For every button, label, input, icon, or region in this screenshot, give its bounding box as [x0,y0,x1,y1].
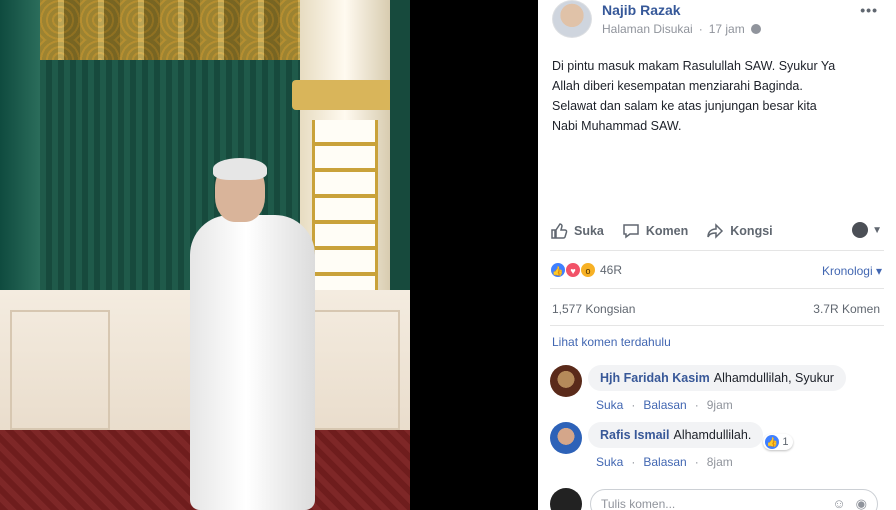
divider [550,288,884,289]
comment-input-placeholder: Tulis komen... [601,497,676,510]
photo-left-pillar [0,0,40,320]
post-actions: Suka Komen Kongsi [550,218,884,244]
comment-input[interactable]: Tulis komen... ☺ ◉ [590,489,878,510]
composer-icons: ☺ ◉ [832,496,867,510]
photo-right-screen [390,0,410,300]
comment-composer: Tulis komen... ☺ ◉ [550,488,878,510]
commenter-avatar[interactable] [550,422,582,454]
comment-bubble: Hjh Faridah Kasim Alhamdullilah, Syukur [588,365,846,391]
post-photo[interactable] [0,0,410,510]
post-meta: Halaman Disukai · 17 jam [602,22,761,36]
comment-reaction-number: 1 [782,436,789,448]
commenter-name[interactable]: Hjh Faridah Kasim [600,371,710,385]
comment-reaction-count[interactable]: 👍 1 [763,434,794,450]
comment-item: Rafis Ismail Alhamdullilah. 👍 1 [550,422,794,454]
comment-icon [623,224,639,239]
share-icon [707,223,724,239]
author-avatar[interactable] [552,0,592,38]
person-robe [190,215,315,510]
page-liked-label: Halaman Disukai [602,22,693,36]
comment-reply-link[interactable]: Balasan [643,398,686,412]
thumbs-up-icon [551,223,568,239]
comment-reply-link[interactable]: Balasan [643,455,686,469]
emoji-icon[interactable]: ☺ [832,496,845,510]
love-reaction-icon: ♥ [565,262,581,278]
globe-icon [750,24,761,34]
wow-reaction-icon: o [580,262,596,278]
like-button[interactable]: Suka [550,222,604,240]
meta-separator: · [698,22,703,36]
commenter-avatar[interactable] [550,365,582,397]
globe-icon [852,222,869,238]
share-button[interactable]: Kongsi [706,222,773,240]
post-text-line: Di pintu masuk makam Rasulullah SAW. Syu… [552,59,836,73]
post-text-line: Selawat dan salam ke atas junjungan besa… [552,99,817,113]
comment-action-separator: · [631,398,636,412]
comment-text: Alhamdullilah, Syukur [713,371,834,385]
divider [550,325,884,326]
comment-action-separator: · [694,455,699,469]
comment-time[interactable]: 9jam [707,398,733,412]
post-text-line: Allah diberi kesempatan menziarahi Bagin… [552,79,803,93]
photo-person [190,158,320,510]
like-reaction-icon: 👍 [765,435,780,449]
comment-action-separator: · [631,455,636,469]
comment-bubble: Rafis Ismail Alhamdullilah. [588,422,764,448]
like-reaction-icon: 👍 [550,262,566,278]
photo-wall-panel [10,310,110,430]
comment-button[interactable]: Komen [622,222,688,240]
comment-actions: Suka · Balasan · 9jam [596,398,733,412]
shares-count[interactable]: 1,577 Kongsian [552,302,635,316]
audience-selector[interactable]: ▼ [852,222,882,238]
comment-label: Komen [645,224,689,238]
reactions-summary[interactable]: 👍 ♥ o 46R [550,262,622,278]
comment-time[interactable]: 8jam [707,455,733,469]
photo-column-inlay [312,120,378,290]
comment-like-link[interactable]: Suka [596,398,623,412]
comment-actions: Suka · Balasan · 8jam [596,455,733,469]
post-side-panel: Najib Razak Halaman Disukai · 17 jam •••… [538,0,896,510]
comment-like-link[interactable]: Suka [596,455,623,469]
reactions-count: 46R [600,263,623,277]
comment-text: Alhamdullilah. [673,428,752,442]
person-hair [213,158,267,180]
current-user-avatar [550,488,582,510]
view-previous-comments-link[interactable]: Lihat komen terdahulu [552,335,671,349]
post-timestamp[interactable]: 17 jam [709,22,745,36]
post-text: Di pintu masuk makam Rasulullah SAW. Syu… [552,56,882,136]
comments-count[interactable]: 3.7R Komen [813,302,880,316]
share-label: Kongsi [730,224,773,238]
author-name[interactable]: Najib Razak [602,2,681,18]
chevron-down-icon: ▼ [872,224,882,236]
post-text-line: Nabi Muhammad SAW. [552,119,682,133]
more-options-button[interactable]: ••• [860,2,878,18]
commenter-name[interactable]: Rafis Ismail [600,428,669,442]
comment-action-separator: · [694,398,699,412]
like-label: Suka [574,224,604,238]
comment-sort-dropdown[interactable]: Kronologi ▾ [822,264,882,278]
comment-item: Hjh Faridah Kasim Alhamdullilah, Syukur [550,365,846,397]
divider [550,250,884,251]
photo-column-cap [292,80,398,110]
camera-icon[interactable]: ◉ [856,496,867,510]
